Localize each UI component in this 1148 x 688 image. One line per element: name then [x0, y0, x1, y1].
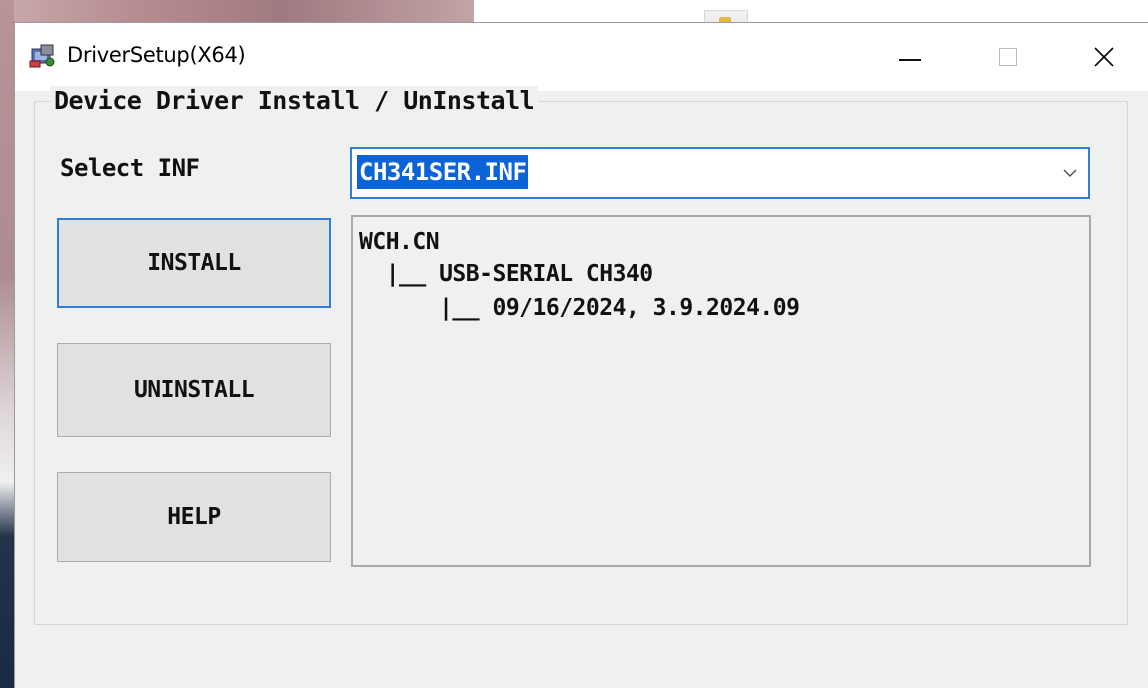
close-button[interactable] [1081, 35, 1127, 79]
chevron-down-icon[interactable] [1060, 163, 1080, 183]
window-title: DriverSetup(X64) [67, 43, 246, 67]
inf-select-dropdown[interactable]: CH341SER.INF [350, 147, 1090, 199]
maximize-button[interactable] [985, 35, 1031, 79]
driver-device-line: |__ USB-SERIAL CH340 [359, 261, 653, 287]
help-button[interactable]: HELP [57, 472, 331, 562]
select-inf-label: Select INF [60, 154, 200, 182]
driver-info-box: WCH.CN |__ USB-SERIAL CH340 |__ 09/16/20… [351, 215, 1091, 567]
driver-version-line: |__ 09/16/2024, 3.9.2024.09 [359, 295, 800, 321]
driver-setup-icon [29, 44, 55, 68]
groupbox-title: Device Driver Install / UnInstall [50, 86, 539, 115]
close-icon [1094, 47, 1114, 67]
minimize-button[interactable] [887, 35, 933, 79]
title-bar[interactable]: DriverSetup(X64) [15, 23, 1148, 91]
maximize-icon [999, 48, 1017, 66]
install-button[interactable]: INSTALL [57, 218, 331, 308]
minimize-icon [899, 59, 921, 61]
driver-vendor-line: WCH.CN [359, 229, 440, 255]
uninstall-button[interactable]: UNINSTALL [57, 343, 331, 437]
inf-select-value: CH341SER.INF [357, 155, 529, 189]
desktop-left-edge [0, 0, 14, 688]
